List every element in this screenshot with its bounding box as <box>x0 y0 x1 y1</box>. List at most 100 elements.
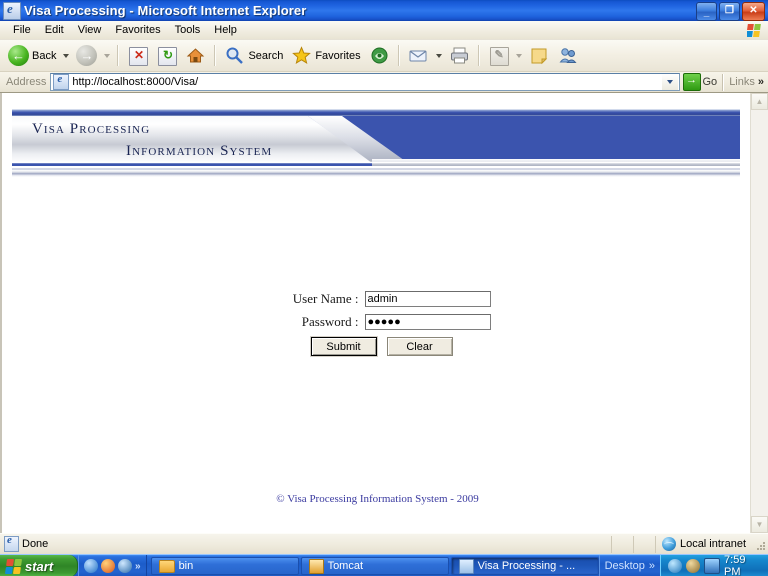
resize-grip-icon[interactable] <box>752 536 768 553</box>
restore-button[interactable]: ❐ <box>719 2 740 21</box>
edit-dropdown-icon[interactable] <box>515 53 522 58</box>
menu-item-file[interactable]: File <box>6 23 38 37</box>
banner-top-stripe <box>12 109 740 116</box>
title-bar: Visa Processing - Microsoft Internet Exp… <box>0 0 768 21</box>
status-spacer-1 <box>610 535 633 553</box>
messenger-button[interactable] <box>554 43 583 68</box>
scroll-down-button[interactable]: ▼ <box>751 516 768 533</box>
password-label: Password : <box>301 314 359 329</box>
page-document-icon <box>4 534 19 552</box>
search-button[interactable]: Search <box>220 43 287 68</box>
vertical-scrollbar[interactable]: ▲ ▼ <box>750 93 768 533</box>
mail-dropdown-icon[interactable] <box>435 53 442 58</box>
desktop-chevron-icon[interactable]: » <box>649 560 655 572</box>
scroll-up-icon: ▲ <box>755 97 764 106</box>
task-button-bin[interactable]: bin <box>150 557 299 575</box>
username-row: User Name : <box>2 291 753 307</box>
media-quicklaunch-icon[interactable] <box>118 559 132 573</box>
forward-arrow-icon: → <box>76 45 98 66</box>
window-controls: _ ❐ ✕ <box>696 2 765 21</box>
notes-button[interactable] <box>525 43 554 68</box>
page-icon <box>53 73 70 90</box>
username-input[interactable] <box>364 291 491 307</box>
favorites-button[interactable]: Favorites <box>287 43 364 68</box>
back-dropdown-icon[interactable] <box>63 53 70 58</box>
windows-logo-icon <box>4 558 23 574</box>
folder-icon <box>158 559 175 573</box>
password-row: Password : <box>2 314 753 330</box>
chevron-down-icon <box>666 80 673 84</box>
address-bar: Address http://localhost:8000/Visa/ Go L… <box>0 72 768 93</box>
restore-icon: ❐ <box>725 5 734 16</box>
minimize-icon: _ <box>703 7 710 18</box>
links-chevron-icon[interactable]: » <box>758 76 768 88</box>
form-buttons-row: Submit Clear <box>2 336 753 357</box>
links-label[interactable]: Links <box>724 76 758 88</box>
home-button[interactable] <box>181 43 210 68</box>
refresh-button[interactable]: ↻ <box>152 43 181 68</box>
go-button[interactable]: Go <box>680 73 723 91</box>
minimize-button[interactable]: _ <box>696 2 717 21</box>
toolbar-separator <box>214 45 217 66</box>
menu-item-favorites[interactable]: Favorites <box>108 23 167 37</box>
address-input[interactable]: http://localhost:8000/Visa/ <box>50 73 680 91</box>
edit-button[interactable]: ✎ <box>484 43 513 68</box>
toolbar-separator <box>477 45 480 66</box>
printer-icon <box>449 45 470 66</box>
clear-button[interactable]: Clear <box>386 337 453 356</box>
submit-button[interactable]: Submit <box>309 336 378 357</box>
task-label: Visa Processing - ... <box>477 560 576 572</box>
page-content: Visa Processing Information System User … <box>2 93 753 533</box>
task-list: bin Tomcat Visa Processing - ... <box>147 557 599 575</box>
firefox-quicklaunch-icon[interactable] <box>101 559 115 573</box>
scroll-up-button[interactable]: ▲ <box>751 93 768 110</box>
ie-quicklaunch-icon[interactable] <box>84 559 98 573</box>
desktop-toolbar[interactable]: Desktop » <box>598 555 660 576</box>
close-button[interactable]: ✕ <box>742 2 765 21</box>
tray-antivirus-icon[interactable] <box>686 559 701 573</box>
banner-bottom-lines <box>12 166 740 177</box>
tray-chevron-icon[interactable] <box>668 559 683 573</box>
address-label: Address <box>6 76 47 88</box>
go-label: Go <box>702 76 718 88</box>
menu-item-help[interactable]: Help <box>207 23 244 37</box>
quicklaunch-chevron-icon[interactable]: » <box>135 561 141 572</box>
messenger-people-icon <box>558 45 579 66</box>
mail-button[interactable] <box>404 43 433 68</box>
print-button[interactable] <box>445 43 474 68</box>
back-label: Back <box>32 49 57 62</box>
stop-button[interactable]: ✕ <box>123 43 152 68</box>
toolbar-separator <box>117 45 120 66</box>
task-button-visa-processing[interactable]: Visa Processing - ... <box>450 557 599 575</box>
tray-network-icon[interactable] <box>704 558 721 574</box>
search-label: Search <box>248 49 284 62</box>
desktop-label: Desktop <box>604 560 645 572</box>
menu-item-edit[interactable]: Edit <box>38 23 71 37</box>
start-button[interactable]: start <box>0 555 78 576</box>
browser-toolbar: ← Back → ✕ ↻ Search Favorites ✎ <box>0 40 768 72</box>
mail-icon <box>408 45 429 66</box>
menu-item-tools[interactable]: Tools <box>168 23 208 37</box>
menu-bar: File Edit View Favorites Tools Help <box>0 21 768 40</box>
menu-item-view[interactable]: View <box>71 23 109 37</box>
go-arrow-icon <box>682 73 701 91</box>
taskbar-clock[interactable]: 7:59 PM <box>724 554 762 576</box>
toolbar-separator <box>397 45 400 66</box>
task-button-tomcat[interactable]: Tomcat <box>300 557 449 575</box>
security-zone-cell[interactable]: Local intranet <box>654 535 752 553</box>
task-label: Tomcat <box>327 560 364 572</box>
window-title: Visa Processing - Microsoft Internet Exp… <box>24 3 307 18</box>
page-footer: © Visa Processing Information System - 2… <box>276 493 479 505</box>
back-button[interactable]: ← Back <box>4 43 60 68</box>
media-button[interactable] <box>365 43 394 68</box>
windows-taskbar: start » bin Tomcat Visa Processing - ... <box>0 554 768 576</box>
note-icon <box>529 45 550 66</box>
tomcat-icon <box>308 558 324 574</box>
edit-page-icon: ✎ <box>488 45 509 66</box>
back-arrow-icon: ← <box>8 45 29 66</box>
forward-dropdown-icon[interactable] <box>104 53 111 58</box>
password-input[interactable] <box>364 314 491 330</box>
forward-button[interactable]: → <box>72 43 101 68</box>
address-dropdown-button[interactable] <box>661 74 678 90</box>
stop-icon: ✕ <box>127 45 149 66</box>
